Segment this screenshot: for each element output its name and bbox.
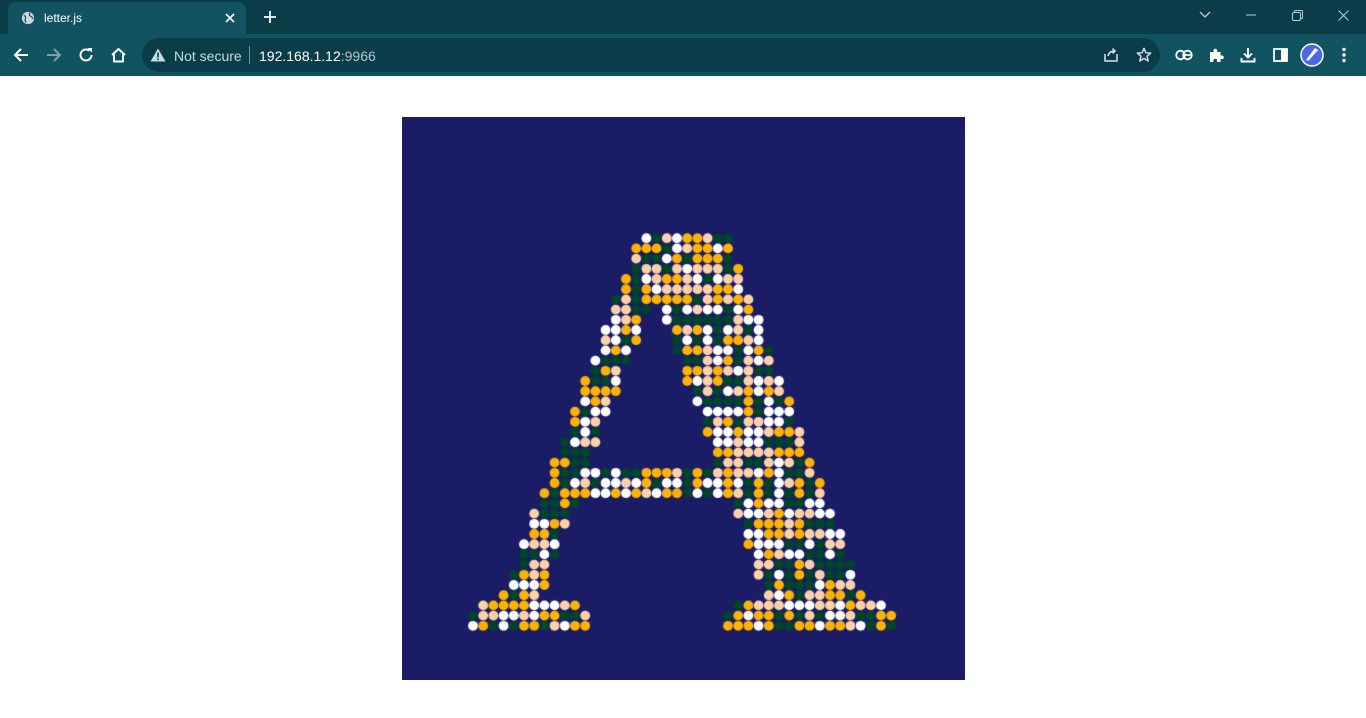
menu-button[interactable]	[1331, 42, 1357, 68]
url-port: :9966	[340, 48, 376, 64]
tab-title: letter.js	[44, 11, 83, 25]
address-bar[interactable]: Not secure 192.168.1.12:9966	[142, 38, 1160, 72]
downloads-button[interactable]	[1235, 42, 1261, 68]
reload-icon	[79, 48, 93, 62]
share-button[interactable]	[1100, 44, 1122, 66]
warning-icon	[150, 48, 166, 62]
avatar	[1300, 43, 1324, 67]
security-status[interactable]: Not secure	[174, 48, 242, 64]
separator	[249, 46, 250, 64]
puzzle-icon	[1210, 48, 1224, 62]
url-text[interactable]: 192.168.1.12:9966	[259, 48, 376, 64]
tab-strip: letter.js	[0, 0, 1366, 34]
minimize-button[interactable]	[1228, 4, 1274, 26]
share-icon	[1104, 47, 1118, 62]
ae-extension-icon	[1175, 49, 1193, 61]
side-panel-button[interactable]	[1267, 42, 1293, 68]
window-close-button[interactable]	[1320, 4, 1366, 26]
forward-button[interactable]	[41, 42, 67, 68]
star-icon	[1136, 47, 1152, 62]
close-icon	[1337, 9, 1349, 21]
plus-icon	[264, 11, 276, 23]
kebab-menu-icon	[1342, 47, 1346, 63]
home-button[interactable]	[105, 42, 131, 68]
browser-tab[interactable]: letter.js	[8, 2, 246, 34]
url-host: 192.168.1.12	[259, 48, 341, 64]
tab-close-button[interactable]	[220, 8, 240, 28]
bookmark-button[interactable]	[1133, 44, 1155, 66]
back-button[interactable]	[8, 42, 34, 68]
reload-button[interactable]	[73, 42, 99, 68]
restore-icon	[1291, 9, 1303, 21]
letter-sketch-canvas[interactable]	[402, 117, 965, 680]
extensions-button[interactable]	[1203, 42, 1229, 68]
close-icon	[225, 13, 235, 23]
download-icon	[1240, 48, 1256, 63]
globe-icon	[21, 11, 35, 25]
profile-button[interactable]	[1299, 42, 1325, 68]
side-panel-icon	[1272, 48, 1288, 62]
arrow-left-icon	[13, 48, 28, 62]
chevron-down-icon	[1199, 11, 1211, 18]
extension-ae-button[interactable]	[1171, 42, 1197, 68]
new-tab-button[interactable]	[258, 6, 282, 28]
browser-toolbar: Not secure 192.168.1.12:9966	[0, 34, 1366, 76]
home-icon	[110, 48, 126, 63]
tab-search-button[interactable]	[1182, 4, 1228, 26]
arrow-right-icon	[47, 48, 62, 62]
restore-button[interactable]	[1274, 4, 1320, 26]
minimize-icon	[1246, 14, 1256, 16]
page-viewport	[0, 76, 1366, 718]
